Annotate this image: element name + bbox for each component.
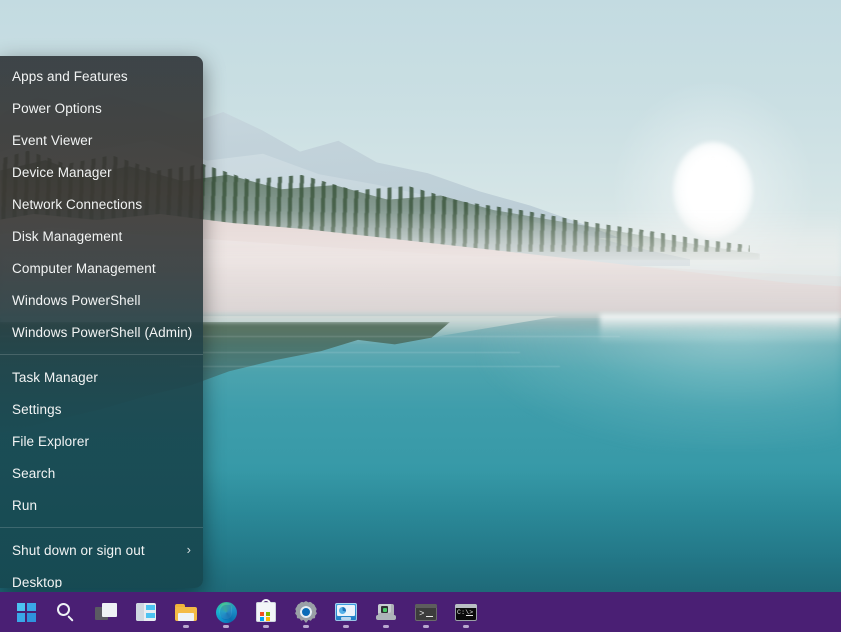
taskbar-button-windows-powershell[interactable]: > [406, 592, 446, 632]
menu-item-event-viewer[interactable]: Event Viewer [0, 124, 203, 156]
menu-item-label: Windows PowerShell [12, 293, 191, 308]
menu-item-windows-powershell-admin[interactable]: Windows PowerShell (Admin) [0, 316, 203, 348]
widgets-icon [136, 603, 156, 621]
menu-item-label: Settings [12, 402, 191, 417]
file-explorer-icon [175, 604, 197, 621]
winx-menu-group: Shut down or sign out › Desktop [0, 534, 203, 588]
taskbar-button-widgets[interactable] [126, 592, 166, 632]
menu-item-network-connections[interactable]: Network Connections [0, 188, 203, 220]
taskbar-button-microsoft-store[interactable] [246, 592, 286, 632]
wallpaper-water-line [180, 366, 560, 367]
windows-powershell-icon: > [415, 604, 437, 621]
task-view-icon [95, 603, 117, 621]
menu-item-label: Network Connections [12, 197, 191, 212]
menu-item-label: File Explorer [12, 434, 191, 449]
menu-item-label: Desktop [12, 575, 191, 589]
menu-item-power-options[interactable]: Power Options [0, 92, 203, 124]
menu-item-label: Run [12, 498, 191, 513]
menu-item-windows-powershell[interactable]: Windows PowerShell [0, 284, 203, 316]
taskbar-button-file-explorer[interactable] [166, 592, 206, 632]
menu-item-label: Search [12, 466, 191, 481]
menu-item-label: Computer Management [12, 261, 191, 276]
microsoft-store-icon [256, 602, 276, 622]
microsoft-edge-icon [216, 602, 237, 623]
taskbar-button-task-view[interactable] [86, 592, 126, 632]
menu-item-apps-and-features[interactable]: Apps and Features [0, 60, 203, 92]
menu-item-search[interactable]: Search [0, 457, 203, 489]
running-indicator [463, 625, 469, 628]
menu-item-label: Apps and Features [12, 69, 191, 84]
taskbar-button-server-manager[interactable] [326, 592, 366, 632]
menu-item-run[interactable]: Run [0, 489, 203, 521]
taskbar-button-command-prompt[interactable]: C:\> [446, 592, 486, 632]
winx-menu-group: Task Manager Settings File Explorer Sear… [0, 361, 203, 521]
menu-item-disk-management[interactable]: Disk Management [0, 220, 203, 252]
windows-start-icon [17, 603, 36, 622]
running-indicator [423, 625, 429, 628]
menu-item-label: Shut down or sign out [12, 543, 187, 558]
menu-item-label: Event Viewer [12, 133, 191, 148]
menu-item-label: Disk Management [12, 229, 191, 244]
menu-item-file-explorer[interactable]: File Explorer [0, 425, 203, 457]
menu-item-computer-management[interactable]: Computer Management [0, 252, 203, 284]
settings-gear-icon [295, 601, 317, 623]
winx-menu-group: Apps and Features Power Options Event Vi… [0, 60, 203, 348]
running-indicator [223, 625, 229, 628]
winx-quick-link-menu[interactable]: Apps and Features Power Options Event Vi… [0, 56, 203, 588]
menu-item-device-manager[interactable]: Device Manager [0, 156, 203, 188]
running-indicator [343, 625, 349, 628]
running-indicator [263, 625, 269, 628]
taskbar[interactable]: > C:\> [0, 592, 841, 632]
menu-item-desktop[interactable]: Desktop [0, 566, 203, 588]
menu-item-shut-down-or-sign-out[interactable]: Shut down or sign out › [0, 534, 203, 566]
menu-item-label: Windows PowerShell (Admin) [12, 325, 192, 340]
screen: Apps and Features Power Options Event Vi… [0, 0, 841, 632]
command-prompt-icon: C:\> [455, 604, 477, 621]
running-indicator [303, 625, 309, 628]
menu-item-settings[interactable]: Settings [0, 393, 203, 425]
running-indicator [383, 625, 389, 628]
taskbar-button-start[interactable] [6, 592, 46, 632]
menu-separator [0, 527, 203, 528]
chevron-right-icon: › [187, 543, 191, 556]
menu-item-label: Device Manager [12, 165, 191, 180]
menu-item-label: Task Manager [12, 370, 191, 385]
menu-separator [0, 354, 203, 355]
hyper-v-manager-icon [375, 603, 397, 621]
server-manager-icon [335, 603, 357, 621]
menu-item-task-manager[interactable]: Task Manager [0, 361, 203, 393]
search-icon [56, 602, 76, 622]
taskbar-button-microsoft-edge[interactable] [206, 592, 246, 632]
taskbar-button-hyper-v-manager[interactable] [366, 592, 406, 632]
taskbar-button-settings[interactable] [286, 592, 326, 632]
menu-item-label: Power Options [12, 101, 191, 116]
taskbar-button-search[interactable] [46, 592, 86, 632]
running-indicator [183, 625, 189, 628]
wallpaper-water-sheen [480, 330, 841, 450]
